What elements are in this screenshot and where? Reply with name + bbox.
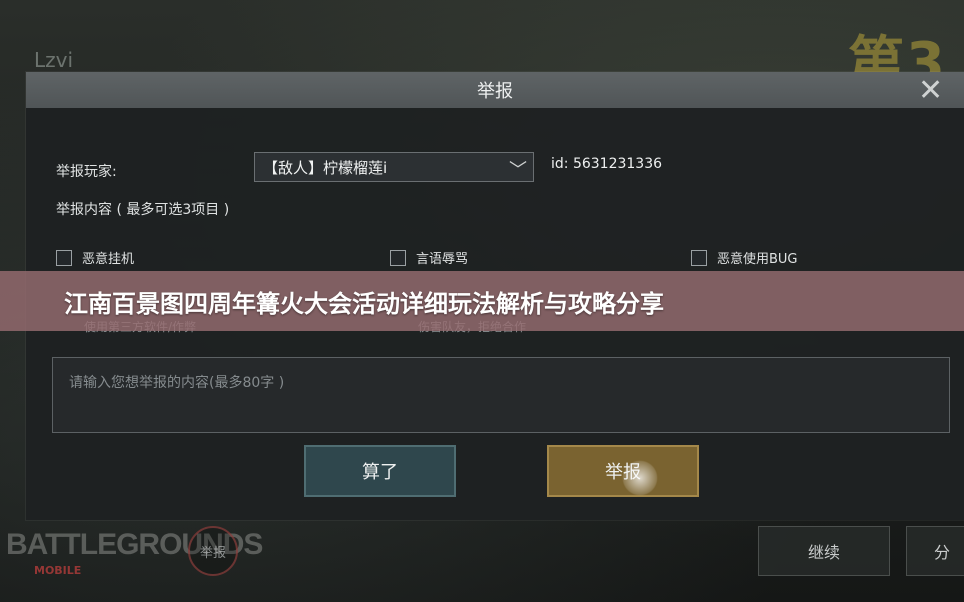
player-select[interactable]: 【敌人】柠檬榴莲i ﹀ <box>254 152 534 182</box>
option-abuse-label: 言语辱骂 <box>416 252 469 267</box>
cancel-button[interactable]: 算了 <box>304 445 456 497</box>
option-afk-label: 恶意挂机 <box>82 252 135 267</box>
touch-indicator <box>622 460 658 496</box>
close-icon[interactable]: ✕ <box>918 76 943 106</box>
option-bug-checkbox[interactable] <box>691 249 707 266</box>
dialog-title: 举报 <box>26 72 964 108</box>
report-content-label: 举报内容 ( 最多可选3项目 ) <box>56 202 230 218</box>
background-report-button[interactable]: 举报 <box>188 526 238 576</box>
background-continue-button[interactable]: 继续 <box>758 526 890 576</box>
report-content-input[interactable]: 请输入您想举报的内容(最多80字 ) <box>52 357 950 433</box>
chevron-down-icon: ﹀ <box>509 160 527 181</box>
background-player-name: Lzvi <box>34 48 74 72</box>
option-bug[interactable]: 恶意使用BUG <box>691 248 798 267</box>
option-afk-checkbox[interactable] <box>56 249 72 266</box>
report-player-label: 举报玩家: <box>56 164 117 180</box>
game-logo-subtext: MOBILE <box>34 564 82 577</box>
article-title-banner: 江南百景图四周年篝火大会活动详细玩法解析与攻略分享 <box>0 271 964 331</box>
selected-player-value: 【敌人】柠檬榴莲i <box>263 158 388 177</box>
option-abuse-checkbox[interactable] <box>390 249 406 266</box>
option-bug-label: 恶意使用BUG <box>717 252 798 267</box>
background-share-button[interactable]: 分 <box>906 526 964 576</box>
option-afk[interactable]: 恶意挂机 <box>56 248 134 267</box>
option-abuse[interactable]: 言语辱骂 <box>390 248 468 267</box>
player-id: id: 5631231336 <box>551 156 663 172</box>
